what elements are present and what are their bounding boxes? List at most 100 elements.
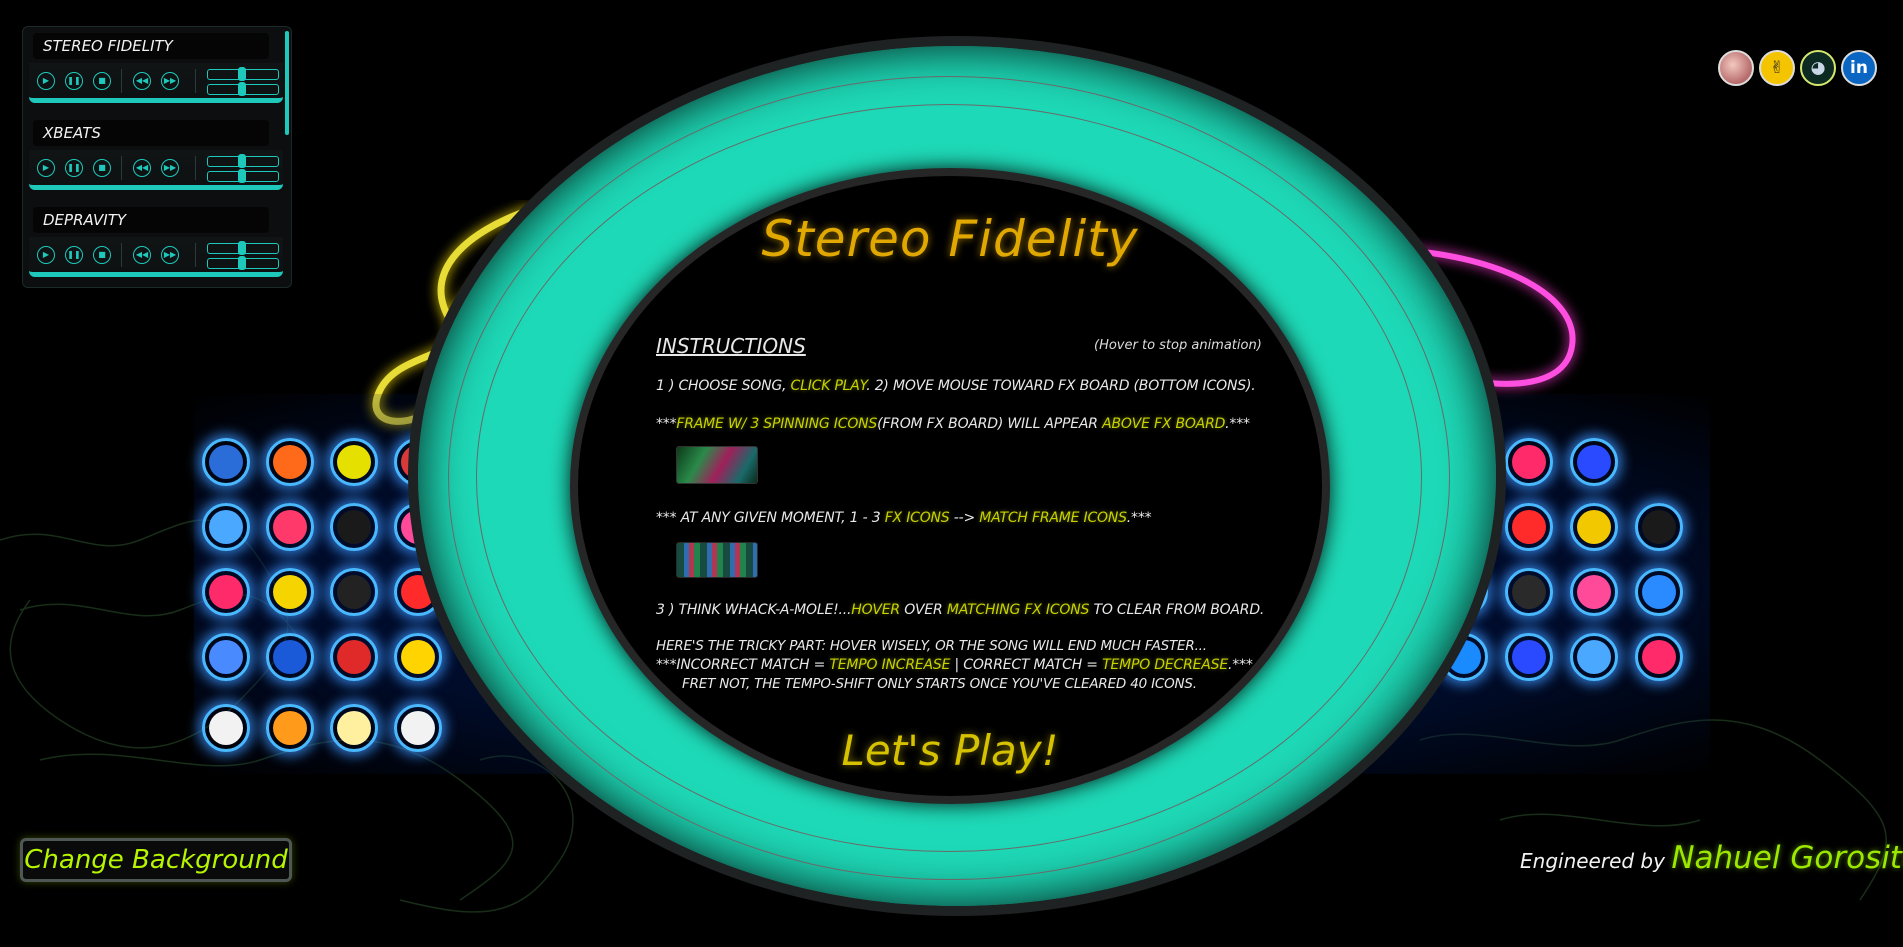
stop-icon[interactable]: ■ (93, 72, 111, 90)
change-background-button[interactable]: Change Background (20, 838, 292, 882)
poker-chip-icon[interactable] (1505, 503, 1553, 551)
red-star-icon[interactable] (1570, 438, 1618, 486)
credit-text: Engineered by Nahuel Gorosito (1520, 840, 1903, 876)
author-name[interactable]: Nahuel Gorosito (1671, 840, 1903, 876)
red-rose-icon[interactable] (266, 503, 314, 551)
fast-forward-icon[interactable]: ▶▶ (161, 72, 179, 90)
tempo-slider[interactable] (207, 82, 279, 96)
guitar-icon[interactable] (394, 633, 442, 681)
control-divider (195, 243, 196, 267)
volume-slider[interactable] (207, 241, 279, 255)
fx-icon-art (337, 510, 371, 544)
pink-skull-icon[interactable] (1570, 568, 1618, 616)
basketball-icon[interactable] (266, 633, 314, 681)
fx-icon-art (401, 640, 435, 674)
slider-knob[interactable] (238, 169, 246, 183)
slider-knob[interactable] (238, 67, 246, 81)
heart-card-icon[interactable] (1505, 438, 1553, 486)
fx-icon-art (1642, 510, 1676, 544)
batman-icon[interactable] (330, 438, 378, 486)
hand-icon[interactable] (1505, 568, 1553, 616)
music-player: XBEATS ▶ ❚❚ ■ ◀◀ ▶▶ (29, 114, 283, 192)
vinyl-record-icon[interactable] (202, 704, 250, 752)
tempo-slider[interactable] (207, 256, 279, 270)
fx-icon-art (209, 510, 243, 544)
fx-icon-art (1642, 575, 1676, 609)
pause-icon[interactable]: ❚❚ (65, 246, 83, 264)
cat-icon[interactable] (330, 704, 378, 752)
boombox-icon[interactable] (202, 438, 250, 486)
fx-icon-art (337, 640, 371, 674)
fx-icon-art (273, 640, 307, 674)
rewind-icon[interactable]: ◀◀ (133, 159, 151, 177)
cd-icon[interactable] (330, 503, 378, 551)
control-divider (195, 156, 196, 180)
fx-icon-art (1642, 640, 1676, 674)
fx-icon-art (209, 711, 243, 745)
plane-icon[interactable] (1570, 633, 1618, 681)
fast-forward-icon[interactable]: ▶▶ (161, 246, 179, 264)
frame-icons-example-image (676, 446, 758, 484)
jacket-icon[interactable] (1635, 503, 1683, 551)
slider-knob[interactable] (238, 256, 246, 270)
linkedin-icon[interactable]: in (1841, 50, 1877, 86)
crossed-swords-icon[interactable] (1505, 633, 1553, 681)
rewind-icon[interactable]: ◀◀ (133, 246, 151, 264)
instruction-step-1: 1 ) CHOOSE SONG, CLICK PLAY. 2) MOVE MOU… (656, 378, 1256, 394)
fx-icon-art (1512, 640, 1546, 674)
control-divider (121, 243, 122, 267)
slider-knob[interactable] (238, 82, 246, 96)
slider-knob[interactable] (238, 241, 246, 255)
gear-shapes-icon[interactable] (202, 633, 250, 681)
fx-icon-art (401, 711, 435, 745)
music-player: STEREO FIDELITY ▶ ❚❚ ■ ◀◀ ▶▶ (29, 27, 283, 105)
bird-icon[interactable] (266, 704, 314, 752)
hooded-skull-icon[interactable] (330, 568, 378, 616)
play-icon[interactable]: ▶ (37, 159, 55, 177)
rewind-icon[interactable]: ◀◀ (133, 72, 151, 90)
fx-match-example-image (676, 542, 758, 578)
player-controls: ▶ ❚❚ ■ ◀◀ ▶▶ (29, 237, 283, 277)
tricky-part-text: HERE'S THE TRICKY PART: HOVER WISELY, OR… (656, 638, 1207, 654)
tempo-slider[interactable] (207, 169, 279, 183)
pause-icon[interactable]: ❚❚ (65, 159, 83, 177)
song-title: XBEATS (33, 120, 269, 146)
peace-hand-icon[interactable]: ✌ (1759, 50, 1795, 86)
fx-icon-art (273, 711, 307, 745)
rocket-icon[interactable] (202, 503, 250, 551)
stop-icon[interactable]: ■ (93, 159, 111, 177)
volume-slider[interactable] (207, 67, 279, 81)
stop-icon[interactable]: ■ (93, 246, 111, 264)
player-controls: ▶ ❚❚ ■ ◀◀ ▶▶ (29, 63, 283, 103)
cyborg-skull-icon[interactable] (1635, 633, 1683, 681)
skull-icon[interactable] (202, 568, 250, 616)
instruction-step-2b: *** AT ANY GIVEN MOMENT, 1 - 3 FX ICONS … (656, 510, 1152, 526)
yellow-robot-icon[interactable] (1570, 503, 1618, 551)
cyborg-icon[interactable] (1635, 568, 1683, 616)
volume-slider[interactable] (207, 154, 279, 168)
fx-icon-art (1512, 445, 1546, 479)
player-panel-scrollbar[interactable] (285, 31, 289, 135)
profile-photo-icon[interactable] (1718, 50, 1754, 86)
fx-icon-art (1577, 445, 1611, 479)
ghost-icon[interactable] (394, 704, 442, 752)
fast-forward-icon[interactable]: ▶▶ (161, 159, 179, 177)
fx-icon-art (337, 575, 371, 609)
fx-icon-art (209, 575, 243, 609)
play-icon[interactable]: ▶ (37, 246, 55, 264)
fx-icon-art (273, 510, 307, 544)
fret-not-text: FRET NOT, THE TEMPO-SHIFT ONLY STARTS ON… (682, 676, 1197, 692)
song-title: DEPRAVITY (33, 207, 269, 233)
music-player-panel: STEREO FIDELITY ▶ ❚❚ ■ ◀◀ ▶▶ XBEATS ▶ ❚❚ ■ ◀◀ ▶▶ DEP… (22, 26, 292, 288)
github-octocat-icon[interactable]: ◕ (1800, 50, 1836, 86)
soundwave-icon[interactable] (266, 438, 314, 486)
music-player: DEPRAVITY ▶ ❚❚ ■ ◀◀ ▶▶ (29, 201, 283, 279)
lets-play-button[interactable]: Let's Play! (780, 726, 1120, 775)
play-icon[interactable]: ▶ (37, 72, 55, 90)
red-hair-girl-icon[interactable] (330, 633, 378, 681)
tempo-match-rules: ***INCORRECT MATCH = TEMPO INCREASE | CO… (656, 657, 1253, 673)
yellow-flower-icon[interactable] (266, 568, 314, 616)
slider-knob[interactable] (238, 154, 246, 168)
fx-icon-art (273, 575, 307, 609)
pause-icon[interactable]: ❚❚ (65, 72, 83, 90)
